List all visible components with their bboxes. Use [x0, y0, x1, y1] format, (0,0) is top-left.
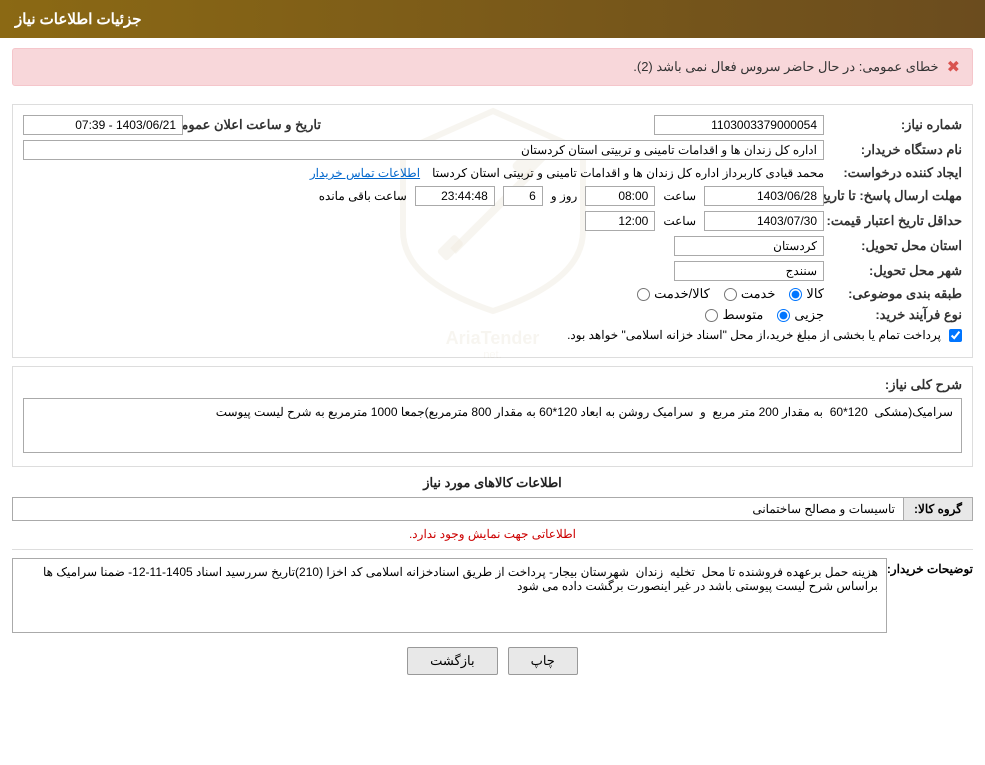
payment-label: پرداخت تمام یا بخشی از مبلغ خرید،از محل … [567, 328, 941, 342]
page-header: جزئیات اطلاعات نیاز [0, 0, 985, 38]
remaining-hours-label: ساعت باقی مانده [319, 189, 407, 203]
description-textarea[interactable]: سرامیک(مشکی 120*60 به مقدار 200 متر مربع… [23, 398, 962, 453]
time-label: ساعت [663, 189, 696, 203]
back-button[interactable]: بازگشت [407, 647, 497, 675]
row-need-number: شماره نیاز: تاریخ و ساعت اعلان عمومی: [23, 115, 962, 135]
buyer-desc-textarea[interactable]: هزینه حمل برعهده فروشنده تا محل تخلیه زن… [12, 558, 887, 633]
city-input[interactable] [674, 261, 824, 281]
province-input[interactable] [674, 236, 824, 256]
goods-note: اطلاعاتی جهت نمایش وجود ندارد. [12, 527, 973, 541]
validity-time-label: ساعت [663, 214, 696, 228]
process-label: نوع فرآیند خرید: [832, 307, 962, 323]
process-radio-group: جزیی متوسط [705, 307, 824, 323]
category-radio-group: کالا خدمت کالا/خدمت [637, 286, 824, 302]
category-goods-service-label: کالا/خدمت [654, 286, 710, 302]
category-label: طبقه بندی موضوعی: [832, 286, 962, 302]
process-partial-label: جزیی [794, 307, 824, 323]
goods-group-value: تاسیسات و مصالح ساختمانی [13, 498, 903, 520]
deadline-time-input[interactable] [585, 186, 655, 206]
need-number-input[interactable] [654, 115, 824, 135]
print-button[interactable]: چاپ [508, 647, 578, 675]
row-province: استان محل تحویل: [23, 236, 962, 256]
row-city: شهر محل تحویل: [23, 261, 962, 281]
description-label: شرح کلی نیاز: [832, 377, 962, 393]
error-icon: ✖ [947, 57, 960, 77]
error-bar: ✖ خطای عمومی: در حال حاضر سروس فعال نمی … [12, 48, 973, 86]
buyer-desc-label: توضیحات خریدار: [893, 558, 973, 576]
goods-section-title: اطلاعات کالاهای مورد نیاز [12, 475, 973, 491]
category-goods-label: کالا [806, 286, 824, 302]
buyer-org-input[interactable] [23, 140, 824, 160]
process-medium-label: متوسط [722, 307, 763, 323]
creator-value: محمد قیادی کاربرداز اداره کل زندان ها و … [432, 166, 824, 180]
deadline-date-input[interactable] [704, 186, 824, 206]
goods-group-label: گروه کالا: [903, 498, 972, 520]
goods-group-row: گروه کالا: تاسیسات و مصالح ساختمانی [12, 497, 973, 521]
form-section: AriaTender .net شماره نیاز: تاریخ و ساعت… [12, 104, 973, 358]
category-service[interactable]: خدمت [724, 286, 776, 302]
remaining-label: روز و [551, 189, 578, 203]
payment-checkbox[interactable] [949, 329, 962, 342]
row-process: نوع فرآیند خرید: جزیی متوسط [23, 307, 962, 323]
row-buyer-org: نام دستگاه خریدار: [23, 140, 962, 160]
date-input[interactable] [23, 115, 183, 135]
city-label: شهر محل تحویل: [832, 263, 962, 279]
buyer-desc-wrapper: توضیحات خریدار: هزینه حمل برعهده فروشنده… [12, 558, 973, 633]
validity-label: حداقل تاریخ اعتبار قیمت: تا تاریخ: [832, 213, 962, 229]
buyer-org-label: نام دستگاه خریدار: [832, 142, 962, 158]
row-payment: پرداخت تمام یا بخشی از مبلغ خرید،از محل … [23, 328, 962, 342]
validity-date-input[interactable] [704, 211, 824, 231]
date-label: تاریخ و ساعت اعلان عمومی: [191, 117, 321, 133]
category-goods[interactable]: کالا [789, 286, 824, 302]
row-validity: حداقل تاریخ اعتبار قیمت: تا تاریخ: ساعت [23, 211, 962, 231]
row-deadline: مهلت ارسال پاسخ: تا تاریخ: ساعت روز و سا… [23, 186, 962, 206]
divider [12, 549, 973, 550]
deadline-label: مهلت ارسال پاسخ: تا تاریخ: [832, 188, 962, 204]
category-goods-service[interactable]: کالا/خدمت [637, 286, 710, 302]
process-partial[interactable]: جزیی [777, 307, 824, 323]
row-category: طبقه بندی موضوعی: کالا خدمت کالا/خدمت [23, 286, 962, 302]
remaining-days-input[interactable] [503, 186, 543, 206]
contact-link[interactable]: اطلاعات تماس خریدار [310, 166, 420, 180]
creator-label: ایجاد کننده درخواست: [832, 165, 962, 181]
category-service-label: خدمت [741, 286, 776, 302]
page-wrapper: جزئیات اطلاعات نیاز ✖ خطای عمومی: در حال… [0, 0, 985, 765]
clock-input[interactable] [415, 186, 495, 206]
error-message: خطای عمومی: در حال حاضر سروس فعال نمی با… [633, 59, 938, 75]
description-section: شرح کلی نیاز: سرامیک(مشکی 120*60 به مقدا… [12, 366, 973, 467]
form-content: شماره نیاز: تاریخ و ساعت اعلان عمومی: نا… [23, 115, 962, 342]
page-title: جزئیات اطلاعات نیاز [15, 11, 142, 28]
process-medium[interactable]: متوسط [705, 307, 763, 323]
row-creator: ایجاد کننده درخواست: محمد قیادی کاربرداز… [23, 165, 962, 181]
need-number-label: شماره نیاز: [832, 117, 962, 133]
province-label: استان محل تحویل: [832, 238, 962, 254]
btn-row: چاپ بازگشت [12, 647, 973, 675]
main-content: AriaTender .net شماره نیاز: تاریخ و ساعت… [0, 96, 985, 693]
validity-time-input[interactable] [585, 211, 655, 231]
row-description: شرح کلی نیاز: [23, 377, 962, 393]
